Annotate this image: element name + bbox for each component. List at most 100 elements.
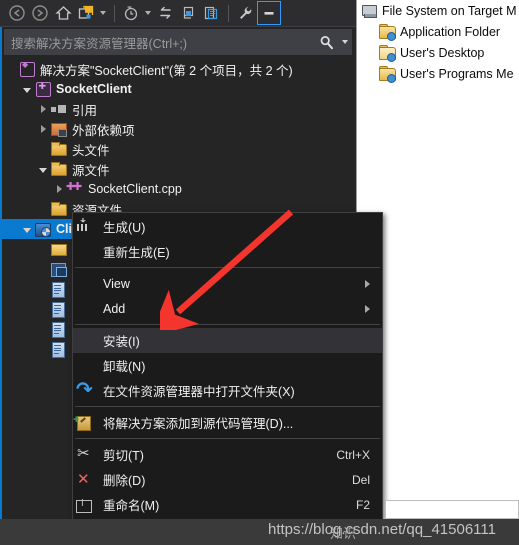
chevron-right-icon[interactable] <box>52 185 66 193</box>
tree-row-label: 引用 <box>72 103 98 118</box>
scissors-icon <box>73 444 103 464</box>
collapse-all-button[interactable] <box>177 2 199 24</box>
context-menu: 生成(U) 重新生成(E) View Add 安装(I) 卸载(N) 在文件资源管理器中打开… <box>72 212 383 545</box>
toolbar-separator-2 <box>228 4 229 22</box>
watermark-overlay-text: 知识 <box>330 526 357 541</box>
chevron-right-icon[interactable] <box>36 105 50 113</box>
file-system-row[interactable]: User's Desktop <box>357 42 519 63</box>
tree-row[interactable]: SocketClient <box>0 79 356 99</box>
file-system-row-label: File System on Target M <box>382 3 517 18</box>
home-button[interactable] <box>52 2 74 24</box>
external-dependencies-icon <box>50 121 68 137</box>
file-system-row-label: User's Desktop <box>400 45 485 60</box>
solution-explorer-toolbar <box>0 0 356 27</box>
delete-x-icon <box>73 470 103 489</box>
file-system-row[interactable]: File System on Target M <box>357 0 519 21</box>
sync-views-button[interactable] <box>154 2 176 24</box>
context-menu-item-label: 删除(D) <box>103 474 146 488</box>
watermark-url: https://blog.csdn.net/qq_41506111 <box>268 521 496 538</box>
pending-changes-chevron-down-icon[interactable] <box>143 2 152 24</box>
context-menu-item-label: 重新生成(E) <box>103 246 170 260</box>
context-menu-item[interactable]: Add <box>73 296 382 321</box>
tree-row-label: 头文件 <box>72 143 110 158</box>
context-menu-item-shortcut: Ctrl+X <box>336 447 370 462</box>
tree-row[interactable]: 解决方案"SocketClient"(第 2 个项目，共 2 个) <box>0 59 356 79</box>
tree-row-label: 解决方案"SocketClient"(第 2 个项目，共 2 个) <box>40 63 293 78</box>
submenu-arrow-icon <box>358 280 382 288</box>
search-box[interactable]: 搜索解决方案资源管理器(Ctrl+;) <box>4 29 352 55</box>
context-menu-item-label: 重命名(M) <box>103 499 160 513</box>
show-all-files-chevron-down-icon[interactable] <box>98 2 107 24</box>
context-menu-item[interactable]: 安装(I) <box>73 328 382 353</box>
context-menu-item[interactable]: 删除(D) Del <box>73 467 382 492</box>
context-menu-item[interactable]: 卸载(N) <box>73 353 382 378</box>
context-menu-separator <box>75 324 380 325</box>
bottom-white-panel <box>385 500 519 519</box>
document-icon <box>50 281 68 298</box>
search-chevron-down-icon[interactable] <box>339 40 351 44</box>
file-system-row[interactable]: Application Folder <box>357 21 519 42</box>
folder-shortcut-icon <box>379 65 397 83</box>
submenu-arrow-icon <box>358 305 382 313</box>
context-menu-item[interactable]: 生成(U) <box>73 214 382 239</box>
document-icon <box>50 321 68 338</box>
pending-changes-button[interactable] <box>120 2 142 24</box>
context-menu-item-shortcut: F2 <box>355 497 370 512</box>
context-menu-item-label: 将解决方案添加到源代码管理(D)... <box>103 417 294 431</box>
menu-item-no-icon <box>73 243 103 261</box>
vs-solution-icon <box>18 60 36 77</box>
document-icon <box>50 341 68 358</box>
chevron-right-icon[interactable] <box>36 125 50 133</box>
menu-item-no-icon <box>73 357 103 375</box>
context-menu-item-shortcut: Del <box>351 472 370 487</box>
tree-row-label: SocketClient.cpp <box>88 182 182 196</box>
context-menu-item[interactable]: View <box>73 271 382 296</box>
context-menu-item-label: 安装(I) <box>103 335 140 349</box>
folder-open-shortcut-icon <box>379 44 397 62</box>
open-folder-arrow-icon <box>73 377 103 402</box>
tree-row[interactable]: 外部依赖项 <box>0 119 356 139</box>
chevron-down-icon[interactable] <box>20 226 34 233</box>
blue-project-icon <box>50 261 68 277</box>
tree-row[interactable]: 源文件 <box>0 159 356 179</box>
vs-folder-icon <box>50 161 68 177</box>
show-all-files-button[interactable] <box>75 2 97 24</box>
file-system-tree: File System on Target M Application Folde… <box>357 0 519 84</box>
screenshot-root: File System on Target M Application Folde… <box>0 0 519 545</box>
file-system-row-label: Application Folder <box>400 24 501 39</box>
context-menu-item[interactable]: 重命名(M) F2 <box>73 492 382 517</box>
context-menu-separator <box>75 406 380 407</box>
preview-selected-button[interactable] <box>200 2 222 24</box>
context-menu-separator <box>75 267 380 268</box>
tree-row[interactable]: 引用 <box>0 99 356 119</box>
tree-row[interactable]: 头文件 <box>0 139 356 159</box>
forward-button[interactable] <box>29 2 51 24</box>
context-menu-item[interactable]: + 将解决方案添加到源代码管理(D)... <box>73 410 382 435</box>
add-source-control-icon: + <box>73 414 103 432</box>
vs-folder-icon <box>50 141 68 157</box>
rename-icon <box>73 496 103 514</box>
magnifier-icon[interactable] <box>313 35 339 50</box>
context-menu-item[interactable]: 在文件资源管理器中打开文件夹(X) <box>73 377 382 403</box>
vs-folder-icon <box>50 201 68 217</box>
editor-toggle-button[interactable] <box>257 1 281 25</box>
setup-project-icon <box>34 221 52 237</box>
references-icon <box>50 101 68 117</box>
context-menu-item-label: View <box>103 276 130 291</box>
context-menu-item-label: Add <box>103 301 126 316</box>
chevron-down-icon[interactable] <box>36 166 50 173</box>
folder-shortcut-icon <box>379 23 397 41</box>
file-system-row[interactable]: User's Programs Me <box>357 63 519 84</box>
context-menu-item[interactable]: 剪切(T) Ctrl+X <box>73 442 382 467</box>
vs-project-icon <box>34 81 52 97</box>
back-button[interactable] <box>6 2 28 24</box>
properties-button[interactable] <box>234 2 256 24</box>
context-menu-item[interactable]: 重新生成(E) <box>73 239 382 264</box>
tree-row[interactable]: SocketClient.cpp <box>0 179 356 199</box>
search-input[interactable]: 搜索解决方案资源管理器(Ctrl+;) <box>5 33 313 52</box>
plain-folder-icon <box>50 241 68 257</box>
panel-edge-accent <box>0 27 2 545</box>
context-menu-item-label: 剪切(T) <box>103 449 144 463</box>
tree-row-label: 源文件 <box>72 163 110 178</box>
chevron-down-icon[interactable] <box>20 86 34 93</box>
